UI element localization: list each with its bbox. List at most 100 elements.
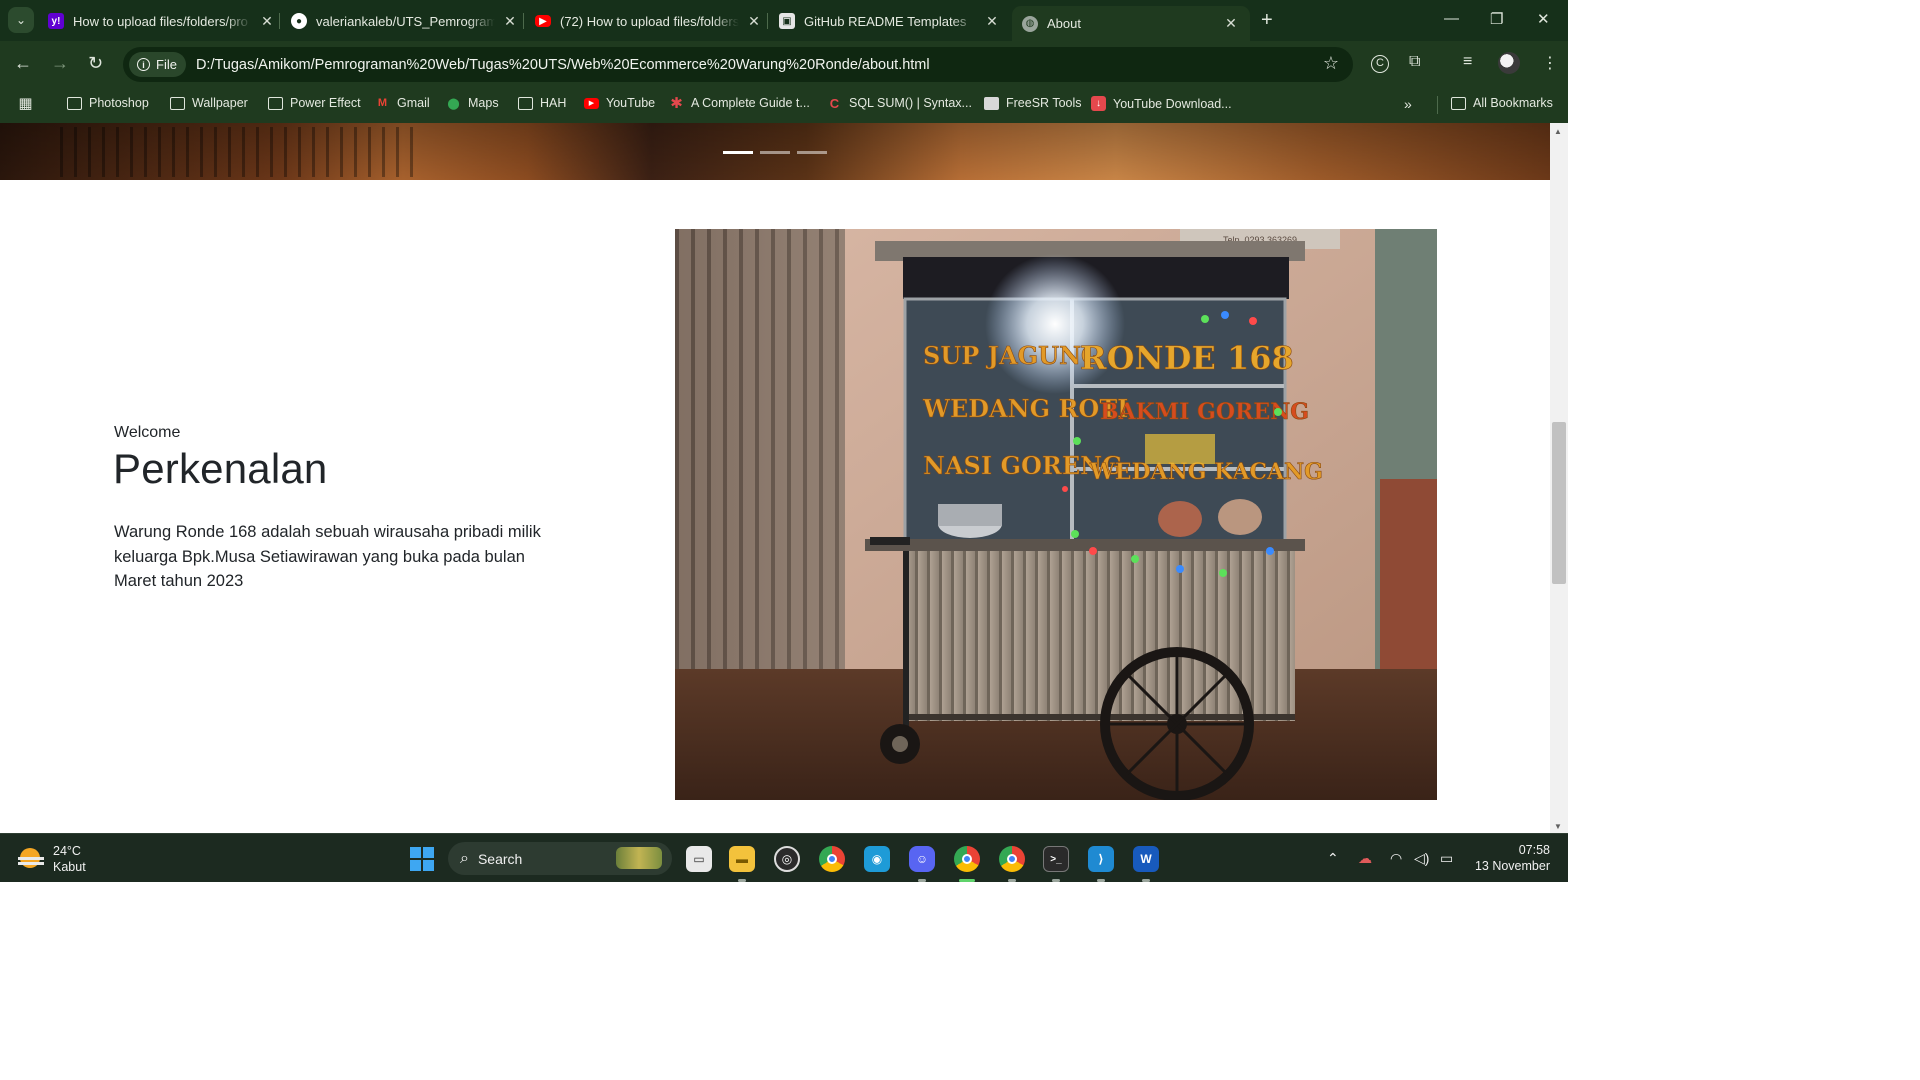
bookmark-photoshop[interactable]: Photoshop	[67, 96, 149, 110]
bookmark-label: A Complete Guide t...	[691, 96, 810, 110]
close-icon[interactable]: ✕	[501, 13, 519, 30]
tab-search-button[interactable]: ⌄	[8, 7, 34, 33]
carousel-indicator[interactable]	[797, 151, 827, 154]
folder-icon	[1451, 96, 1466, 110]
bookmark-youtube[interactable]: ▶ YouTube	[584, 96, 655, 110]
menu-text: WEDANG ROTI	[922, 394, 1128, 423]
close-icon[interactable]: ✕	[258, 13, 276, 30]
bookmark-star-icon[interactable]: ☆	[1323, 53, 1339, 74]
scrollbar-thumb[interactable]	[1552, 422, 1566, 584]
battery-icon[interactable]: ▭	[1440, 850, 1453, 867]
food-cart-photo: Telp. 0293 363269 SUP JAGUNG WEDANG ROTI…	[675, 229, 1437, 800]
new-tab-button[interactable]: +	[1261, 10, 1273, 30]
all-bookmarks[interactable]: All Bookmarks	[1451, 96, 1553, 110]
bookmark-label: Power Effect	[290, 96, 361, 110]
clock-time: 07:58	[1518, 843, 1550, 857]
sql-icon: C	[829, 95, 840, 111]
tab-strip: ⌄ y! How to upload files/folders/pro ✕ ●…	[0, 0, 1568, 41]
freesr-icon	[984, 96, 999, 110]
reload-icon[interactable]: ↻	[88, 53, 103, 73]
wifi-icon[interactable]: ◠	[1390, 850, 1402, 867]
scroll-down-icon[interactable]: ▼	[1554, 822, 1562, 831]
close-icon[interactable]: ✕	[1222, 15, 1240, 32]
search-highlight-image	[616, 847, 662, 869]
tab-title: GitHub README Templates	[804, 13, 967, 29]
vscode-icon[interactable]: ⟩	[1088, 846, 1114, 872]
chrome-profile-icon[interactable]	[999, 846, 1025, 872]
discord-icon[interactable]: ☺	[909, 846, 935, 872]
download-icon: ↓	[1091, 96, 1106, 111]
folder-icon	[170, 96, 185, 110]
tab-title: valeriankaleb/UTS_Pemrograma	[316, 13, 495, 29]
word-icon[interactable]: W	[1133, 846, 1159, 872]
tab-title: (72) How to upload files/folders	[560, 13, 739, 29]
close-window-icon[interactable]: ✕	[1537, 10, 1550, 28]
bookmark-power-effect[interactable]: Power Effect	[268, 96, 361, 110]
extensions-icon[interactable]: ⧉	[1409, 53, 1420, 71]
profile-avatar[interactable]	[1498, 52, 1520, 74]
terminal-icon[interactable]: >_	[1043, 846, 1069, 872]
carousel-indicator[interactable]	[760, 151, 790, 154]
media-control-icon[interactable]: ≡	[1463, 53, 1472, 71]
close-icon[interactable]: ✕	[745, 13, 763, 30]
back-icon[interactable]: ←	[14, 53, 32, 73]
folder-icon	[268, 96, 283, 110]
volume-icon[interactable]: ◁)	[1414, 850, 1429, 867]
url-text[interactable]: D:/Tugas/Amikom/Pemrograman%20Web/Tugas%…	[196, 57, 930, 73]
cam-extension-icon[interactable]: C	[1371, 55, 1389, 73]
onedrive-error-icon[interactable]: ☁	[1358, 850, 1372, 867]
close-icon[interactable]: ✕	[983, 13, 1001, 30]
menu-icon[interactable]: ⋮	[1542, 53, 1558, 73]
bookmark-youtube-download[interactable]: ↓ YouTube Download...	[1091, 96, 1232, 111]
bookmark-complete-guide[interactable]: ✱ A Complete Guide t...	[669, 95, 810, 112]
carousel-indicators	[723, 151, 827, 154]
bookmark-maps[interactable]: ⬤ Maps	[446, 96, 498, 110]
taskbar: 24°C Kabut ⌕ Search ▭ ▬ ◎ ◉ ☺ >_ ⟩ W ⌃ ☁…	[0, 833, 1568, 882]
tab-title: How to upload files/folders/pro	[73, 13, 248, 29]
page-title: Perkenalan	[113, 445, 328, 492]
tab-about[interactable]: ◍ About ✕	[1012, 6, 1250, 41]
minimize-icon[interactable]: —	[1444, 10, 1459, 27]
vertical-scrollbar[interactable]: ▲ ▼	[1550, 123, 1568, 833]
chrome-icon[interactable]	[819, 846, 845, 872]
scroll-up-icon[interactable]: ▲	[1554, 127, 1562, 136]
forward-icon[interactable]: →	[51, 53, 69, 73]
task-view-icon[interactable]: ▭	[686, 846, 712, 872]
yahoo-icon: y!	[48, 13, 64, 29]
site-info-chip[interactable]: i File	[129, 52, 186, 77]
browser-chrome: ⌄ y! How to upload files/folders/pro ✕ ●…	[0, 0, 1568, 123]
file-explorer-icon[interactable]: ▬	[729, 846, 755, 872]
apps-icon[interactable]: ▦	[18, 95, 40, 112]
page-viewport: Welcome Perkenalan Warung Ronde 168 adal…	[0, 123, 1550, 833]
address-bar[interactable]: i File D:/Tugas/Amikom/Pemrograman%20Web…	[123, 47, 1353, 82]
bookmark-wallpaper[interactable]: Wallpaper	[170, 96, 248, 110]
more-bookmarks-icon[interactable]: »	[1404, 96, 1412, 112]
tab-readme-templates[interactable]: ▣ GitHub README Templates ✕	[779, 6, 1001, 36]
tab-yahoo[interactable]: y! How to upload files/folders/pro ✕	[48, 6, 276, 36]
show-hidden-icons-icon[interactable]: ⌃	[1327, 850, 1339, 867]
chrome-active-icon[interactable]	[954, 846, 980, 872]
folder-icon	[518, 96, 533, 110]
bookmark-freesr[interactable]: FreeSR Tools	[984, 96, 1082, 110]
taskbar-search[interactable]: ⌕ Search	[448, 842, 672, 875]
weather-temp: 24°C	[53, 844, 81, 858]
carousel-indicator[interactable]	[723, 151, 753, 154]
restore-icon[interactable]: ❐	[1490, 10, 1503, 28]
bookmark-gmail[interactable]: M Gmail	[375, 96, 430, 110]
bookmark-hah[interactable]: HAH	[518, 96, 566, 110]
bookmark-sql-sum[interactable]: C SQL SUM() | Syntax...	[827, 95, 972, 111]
clock[interactable]: 07:58 13 November	[1470, 842, 1550, 874]
foggy-weather-icon	[18, 848, 44, 870]
tab-github[interactable]: ● valeriankaleb/UTS_Pemrograma ✕	[291, 6, 519, 36]
eyebrow-text: Welcome	[114, 424, 181, 441]
teams-icon[interactable]: ◉	[864, 846, 890, 872]
bookmark-label: Photoshop	[89, 96, 149, 110]
obs-icon[interactable]: ◎	[774, 846, 800, 872]
youtube-icon: ▶	[535, 15, 551, 27]
gmail-icon: M	[377, 97, 388, 109]
tab-youtube[interactable]: ▶ (72) How to upload files/folders ✕	[535, 6, 763, 36]
hero-carousel	[0, 123, 1550, 180]
bookmark-label: FreeSR Tools	[1006, 96, 1082, 110]
weather-widget[interactable]: 24°C Kabut	[18, 843, 86, 875]
start-button[interactable]	[410, 847, 434, 871]
